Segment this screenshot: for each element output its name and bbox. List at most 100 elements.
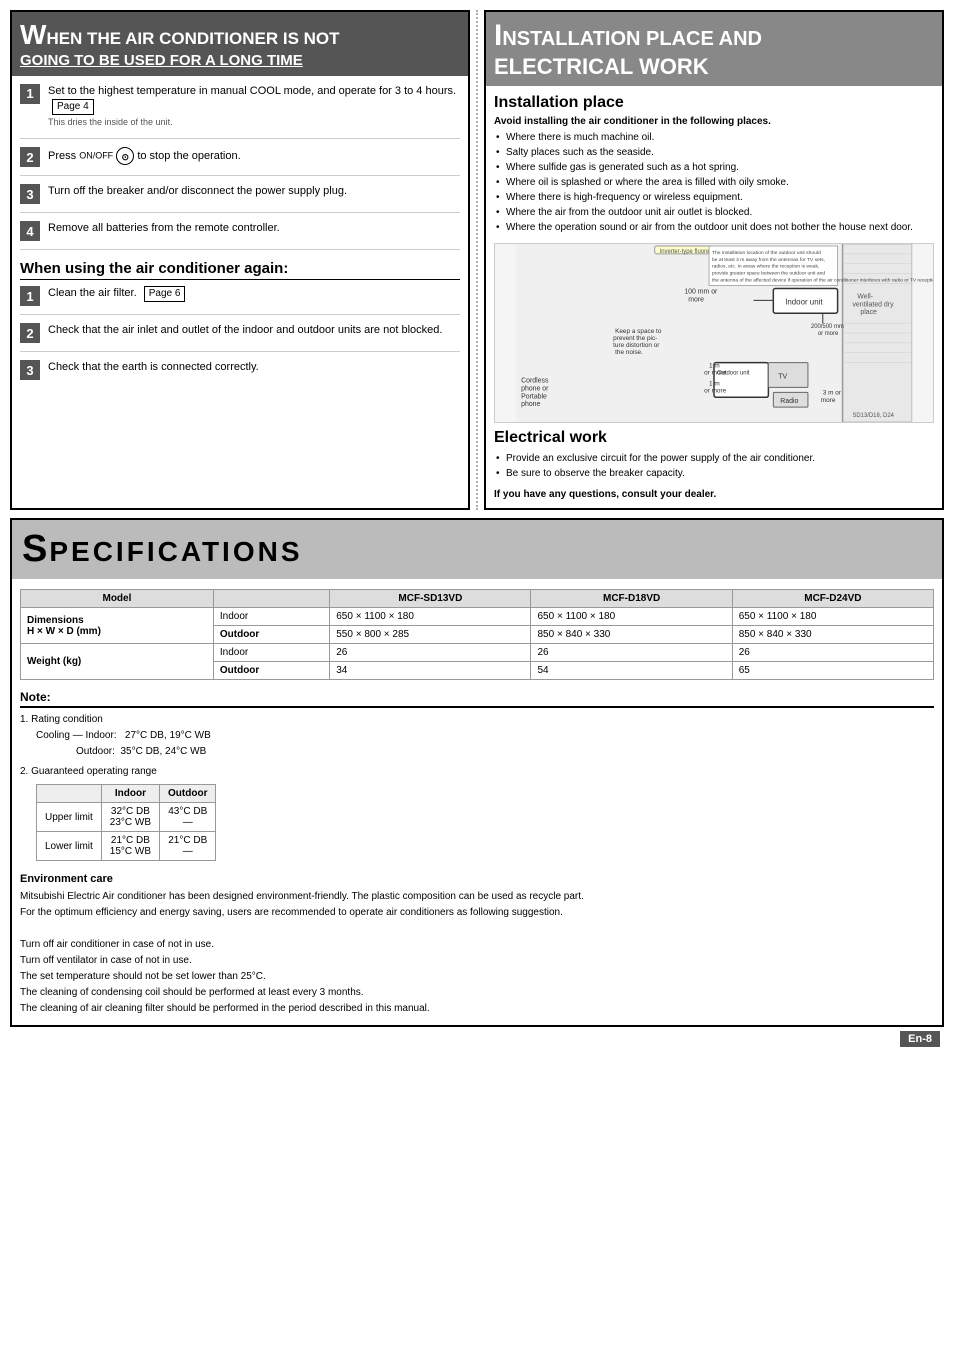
elec-bullet-2: Be sure to observe the breaker capacity. (494, 466, 934, 481)
svg-text:place: place (860, 310, 877, 317)
left-panel: WHEN THE AIR CONDITIONER IS NOT GOING TO… (10, 10, 470, 510)
install-diagram: Well- ventilated dry place (494, 243, 934, 423)
svg-text:be at least 3 m away from the: be at least 3 m away from the antennas f… (712, 257, 825, 263)
svg-text:more: more (688, 297, 704, 304)
reuse-step-1-num: 1 (20, 286, 40, 306)
step-1-text: Set to the highest temperature in manual… (48, 85, 456, 97)
step-3-content: Turn off the breaker and/or disconnect t… (48, 184, 460, 199)
env-line-7: The cleaning of air cleaning filter shou… (20, 1001, 934, 1017)
left-title-text: HEN THE AIR CONDITIONER IS NOT (46, 29, 339, 48)
note-1-cooling-outdoor: Outdoor: 35°C DB, 24°C WB (76, 744, 934, 760)
col-sd13vd: MCF-SD13VD (330, 590, 531, 608)
page-number-area: En-8 (10, 1033, 940, 1045)
svg-text:the antenna of the affected de: the antenna of the affected device if op… (712, 278, 933, 284)
step-4: 4 Remove all batteries from the remote c… (20, 221, 460, 250)
weight-label: Weight (kg) (21, 644, 214, 680)
dim-outdoor-d24: 850 × 840 × 330 (732, 626, 933, 644)
reuse-step-3-content: Check that the earth is connected correc… (48, 360, 460, 375)
dim-outdoor-d18: 850 × 840 × 330 (531, 626, 732, 644)
svg-text:Radio: Radio (780, 399, 798, 406)
step-2-content: Press ON/OFF ⊙ to stop the operation. (48, 147, 460, 165)
dim-outdoor-label: Outdoor (213, 626, 329, 644)
op-lower-outdoor: 21°C DB— (160, 832, 216, 861)
install-bullet-5: Where there is high-frequency or wireles… (494, 190, 934, 205)
op-upper-indoor: 32°C DB23°C WB (101, 803, 159, 832)
install-heading: Installation place (494, 94, 934, 112)
reuse-step-1: 1 Clean the air filter. Page 6 (20, 286, 460, 315)
reuse-step-2-num: 2 (20, 323, 40, 343)
specs-section: SPECIFICATIONS Model MCF-SD13VD MCF-D18V… (10, 518, 944, 1027)
svg-text:100 mm or: 100 mm or (684, 289, 718, 296)
op-upper-label: Upper limit (37, 803, 102, 832)
col-d18vd: MCF-D18VD (531, 590, 732, 608)
onoff-icon: ⊙ (116, 147, 134, 165)
svg-text:or more: or more (818, 331, 839, 337)
col-empty (213, 590, 329, 608)
svg-text:SD13/D18, D24: SD13/D18, D24 (852, 413, 894, 419)
install-bullet-6: Where the air from the outdoor unit air … (494, 205, 934, 220)
reuse-title: When using the air conditioner again: (20, 260, 460, 280)
env-line-3: Turn off air conditioner in case of not … (20, 937, 934, 953)
step-1-content: Set to the highest temperature in manual… (48, 84, 460, 131)
install-bold-note: Avoid installing the air conditioner in … (494, 116, 934, 127)
install-bullet-2: Salty places such as the seaside. (494, 145, 934, 160)
env-line-1: Mitsubishi Electric Air conditioner has … (20, 889, 934, 905)
install-bullets: Where there is much machine oil. Salty p… (494, 130, 934, 235)
svg-text:provide greater space between: provide greater space between the outdoo… (712, 271, 825, 277)
note-2-label: 2. Guaranteed operating range (20, 764, 934, 780)
svg-text:The installation location of t: The installation location of the outdoor… (712, 250, 821, 256)
env-line-4: Turn off ventilator in case of not in us… (20, 953, 934, 969)
reuse-step-1-text: Clean the air filter. (48, 287, 140, 299)
weight-outdoor-label: Outdoor (213, 662, 329, 680)
svg-text:the noise.: the noise. (615, 349, 643, 356)
env-line-5: The set temperature should not be set lo… (20, 969, 934, 985)
svg-text:more: more (821, 398, 836, 405)
specs-title: SPECIFICATIONS (12, 520, 942, 579)
step-4-content: Remove all batteries from the remote con… (48, 221, 460, 236)
dim-indoor-row: DimensionsH × W × D (mm) Indoor 650 × 11… (21, 608, 934, 626)
top-section: WHEN THE AIR CONDITIONER IS NOT GOING TO… (10, 10, 944, 510)
op-upper-outdoor: 43°C DB— (160, 803, 216, 832)
diagram-svg: Well- ventilated dry place (495, 244, 933, 422)
dim-outdoor-sd13: 550 × 800 × 285 (330, 626, 531, 644)
step-2-text: Press (48, 150, 79, 162)
svg-text:Well-: Well- (857, 294, 873, 301)
op-col-empty (37, 785, 102, 803)
elec-title: Electrical work (494, 429, 934, 447)
svg-text:3 m or: 3 m or (823, 390, 842, 397)
right-title-text: NSTALLATION PLACE AND (502, 28, 762, 50)
step-2: 2 Press ON/OFF ⊙ to stop the operation. (20, 147, 460, 176)
op-upper-row: Upper limit 32°C DB23°C WB 43°C DB— (37, 803, 216, 832)
col-d24vd: MCF-D24VD (732, 590, 933, 608)
specs-title-text: PECIFICATIONS (49, 536, 302, 567)
operating-table: Indoor Outdoor Upper limit 32°C DB23°C W… (36, 784, 216, 861)
env-line-2: For the optimum efficiency and energy sa… (20, 905, 934, 921)
note-1-label: 1. Rating condition (20, 712, 934, 728)
weight-indoor-row: Weight (kg) Indoor 26 26 26 (21, 644, 934, 662)
note-section: Note: 1. Rating condition Cooling — Indo… (20, 690, 934, 861)
svg-text:Portable: Portable (521, 394, 547, 401)
weight-outdoor-sd13: 34 (330, 662, 531, 680)
op-col-indoor: Indoor (101, 785, 159, 803)
step-1-num: 1 (20, 84, 40, 104)
weight-outdoor-d18: 54 (531, 662, 732, 680)
section-divider (476, 10, 478, 510)
col-model: Model (21, 590, 214, 608)
step-1: 1 Set to the highest temperature in manu… (20, 84, 460, 140)
svg-text:ventilated dry: ventilated dry (852, 302, 894, 309)
svg-text:Cordless: Cordless (521, 378, 549, 385)
weight-indoor-d18: 26 (531, 644, 732, 662)
install-bullet-3: Where sulfide gas is generated such as a… (494, 160, 934, 175)
elec-bullet-1: Provide an exclusive circuit for the pow… (494, 451, 934, 466)
svg-text:or more: or more (704, 370, 727, 377)
note-1-cooling-indoor: Cooling — Indoor: 27°C DB, 19°C WB (36, 728, 934, 744)
step-2-text2: to stop the operation. (137, 150, 240, 162)
install-bullet-7: Where the operation sound or air from th… (494, 220, 934, 235)
step-3-num: 3 (20, 184, 40, 204)
svg-text:Indoor unit: Indoor unit (785, 298, 823, 307)
dim-indoor-d18: 650 × 1100 × 180 (531, 608, 732, 626)
reuse-step-1-pageref: Page 6 (144, 286, 186, 302)
svg-text:200/500 mm: 200/500 mm (811, 324, 844, 330)
page-number: En-8 (900, 1031, 940, 1047)
page: WHEN THE AIR CONDITIONER IS NOT GOING TO… (0, 0, 954, 1055)
